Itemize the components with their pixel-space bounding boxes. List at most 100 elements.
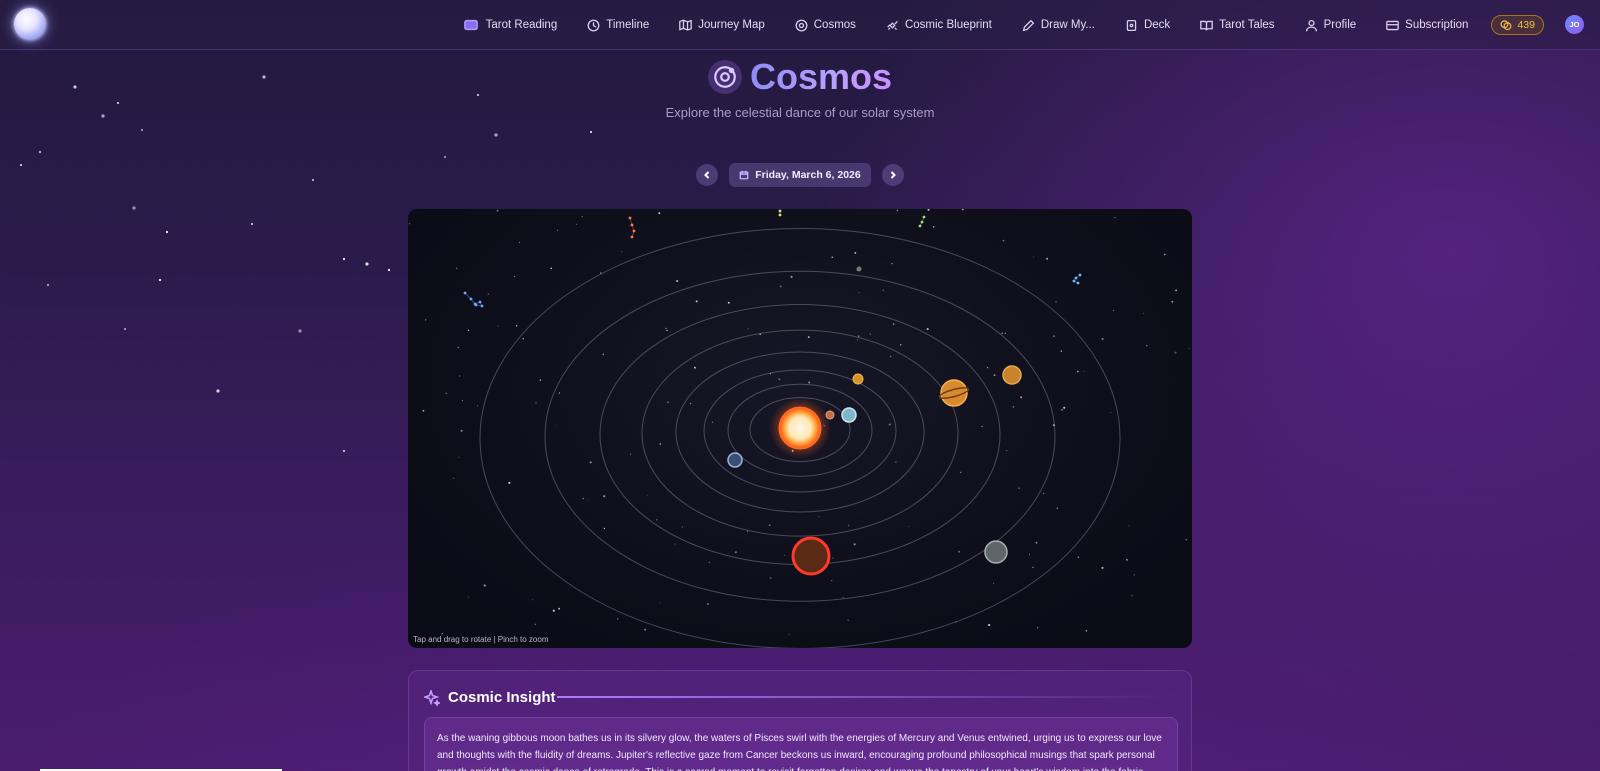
star [456,267,458,269]
planet-neptune[interactable] [984,540,1008,564]
star [1174,351,1177,354]
book-icon [1200,20,1213,30]
avatar[interactable]: JO [1565,15,1584,34]
star [513,276,515,277]
nav-item-deck[interactable]: Deck [1110,0,1185,50]
star [768,524,771,527]
clock-icon [587,19,600,31]
nav-item-journey-map[interactable]: Journey Map [664,0,779,50]
star [452,477,455,480]
star [681,526,684,528]
coin-balance[interactable]: 439 [1491,15,1544,35]
next-date-button[interactable] [881,164,904,186]
star [576,223,578,225]
constellation-star [632,229,636,233]
planet-uranus[interactable] [1002,365,1022,385]
star [603,495,606,498]
star [734,551,737,554]
current-date: Friday, March 6, 2026 [755,169,861,181]
star [1046,257,1049,260]
planet-venus[interactable] [841,407,857,423]
previous-date-button[interactable] [696,164,719,186]
nav-item-profile[interactable]: Profile [1290,0,1372,50]
star [1171,300,1174,303]
star [857,339,858,341]
star [858,292,860,294]
nav-item-subscription[interactable]: Subscription [1371,0,1483,50]
star [1042,492,1045,495]
star [497,325,499,327]
star [46,283,50,287]
sun[interactable] [769,397,831,459]
constellation-star [1074,276,1078,280]
planet-mercury[interactable] [825,410,835,420]
star [1029,553,1031,555]
star [1035,541,1038,544]
star [847,524,850,527]
crystal-ball-logo[interactable] [14,8,46,40]
star [961,209,964,211]
star [408,223,411,225]
star [558,392,560,394]
star [1076,370,1079,373]
coins-icon [1500,20,1512,31]
star [552,609,555,612]
star [298,329,302,333]
map-icon [679,19,693,31]
star [788,634,790,635]
star [558,607,560,610]
nav-item-tarot-tales[interactable]: Tarot Tales [1185,0,1289,50]
star [467,596,469,598]
star [1063,406,1066,409]
nav-item-timeline[interactable]: Timeline [572,0,664,50]
nav-item-tarot-reading[interactable]: Tarot Reading [447,0,573,50]
planet-jupiter[interactable] [791,536,831,576]
star [659,602,661,604]
page-title: Cosmos [749,56,893,97]
star [988,623,991,627]
star [165,230,169,234]
solar-system-canvas[interactable] [408,209,1192,648]
star [890,355,892,357]
star [891,262,893,265]
star [747,328,749,330]
star [1037,627,1039,629]
star [847,619,849,621]
star [892,323,895,325]
star [1113,309,1115,311]
star [532,599,534,601]
star [1002,239,1005,242]
star [123,327,127,331]
date-picker[interactable]: Friday, March 6, 2026 [729,163,871,187]
nav-item-draw-my[interactable]: Draw My... [1007,0,1110,50]
nav-item-cosmos[interactable]: Cosmos [780,0,871,50]
star [647,494,649,496]
planet-mars[interactable] [852,373,864,385]
constellation-star [1078,273,1082,277]
star [783,554,786,556]
star [1053,335,1055,337]
star [659,443,661,445]
planet-saturn[interactable] [938,379,970,407]
solar-system-viewer[interactable]: Tap and drag to rotate | Pinch to zoom [408,209,1192,648]
star [993,582,995,584]
star [494,133,498,137]
star [461,399,463,402]
dwarf-planet[interactable] [856,266,862,272]
star [342,257,346,261]
nav-item-cosmic-blueprint[interactable]: Cosmic Blueprint [871,0,1007,50]
calendar-icon [739,170,749,180]
star [621,251,623,253]
star [457,346,459,349]
nav-label: Draw My... [1040,19,1095,31]
star [1101,337,1104,341]
planet-earth[interactable] [727,452,743,468]
constellation-star [478,300,482,304]
star [515,324,518,327]
pencil-icon [1022,19,1035,31]
star [842,596,844,599]
star [1060,350,1063,352]
nav-label: Cosmic Blueprint [904,19,992,31]
page-subtitle: Explore the celestial dance of our solar… [665,105,935,120]
star [858,335,860,337]
